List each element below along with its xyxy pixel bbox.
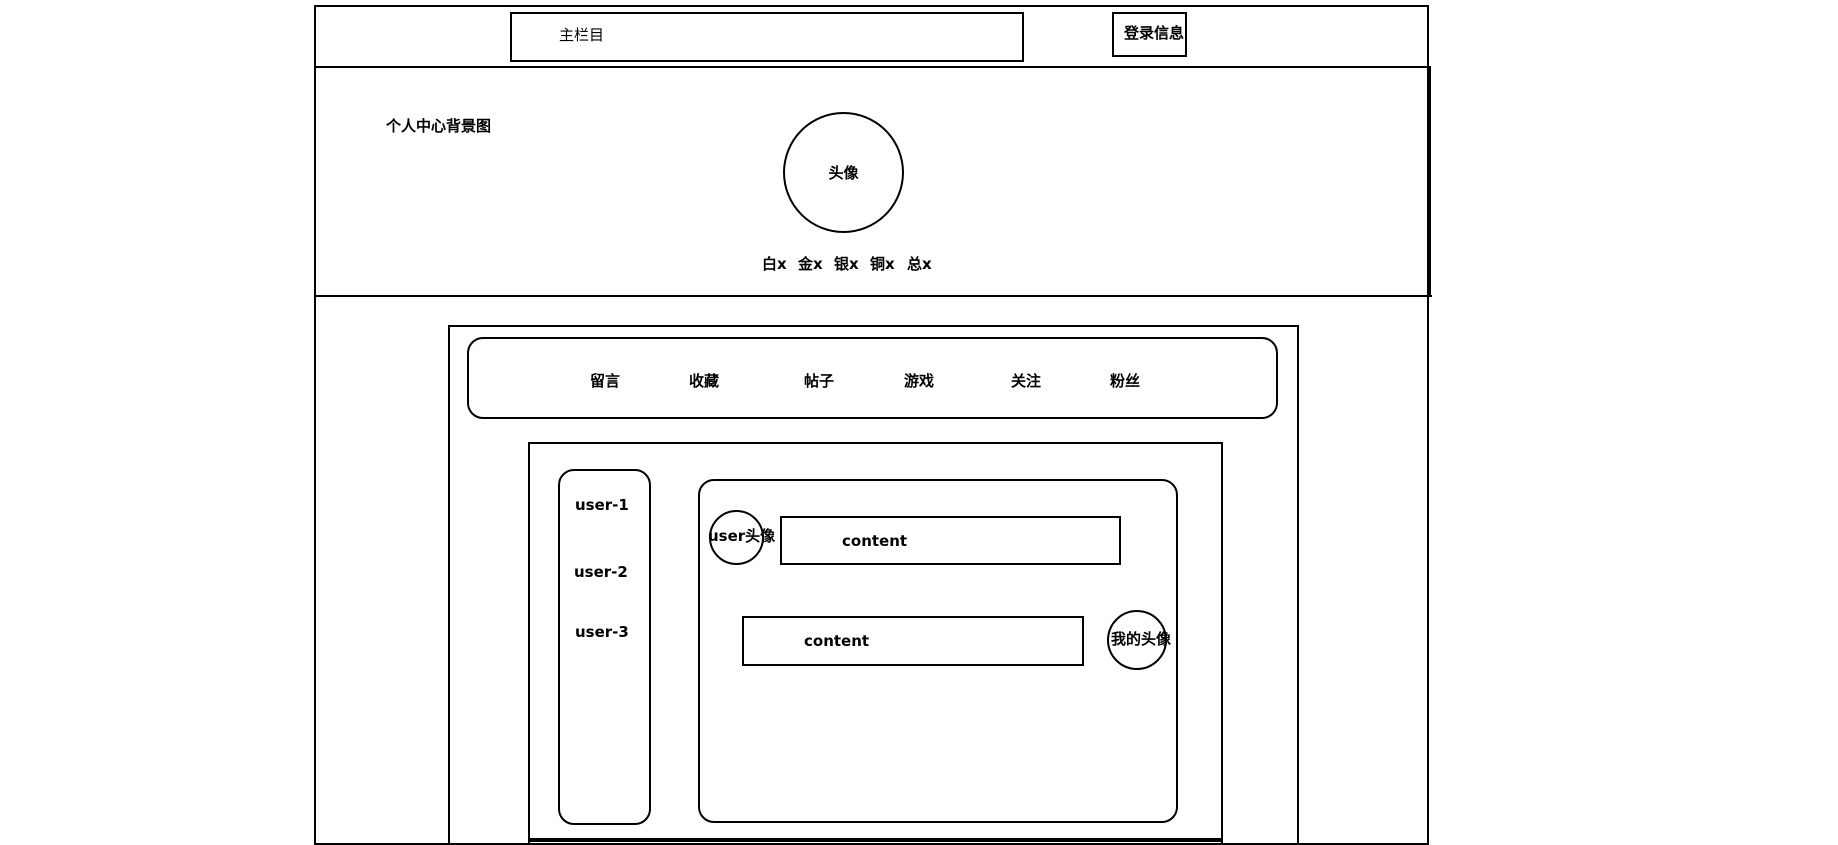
- message-panel-bottom: [528, 838, 1223, 842]
- tab-bar: [467, 337, 1278, 419]
- banner-right-edge: [1429, 66, 1431, 296]
- tab-favorites[interactable]: 收藏: [689, 372, 719, 390]
- tab-following[interactable]: 关注: [1011, 372, 1041, 390]
- stat-silver: 银x: [834, 255, 859, 273]
- tab-posts[interactable]: 帖子: [804, 372, 834, 390]
- stat-bronze: 铜x: [870, 255, 895, 273]
- user-list-item[interactable]: user-2: [574, 563, 628, 581]
- stat-gold: 金x: [798, 255, 823, 273]
- banner-background-label: 个人中心背景图: [386, 117, 492, 135]
- my-avatar-label: 我的头像: [1111, 630, 1172, 648]
- header-divider: [314, 66, 1429, 68]
- profile-avatar[interactable]: 头像: [783, 112, 904, 233]
- tab-games[interactable]: 游戏: [904, 372, 934, 390]
- outgoing-message-content: content: [804, 632, 870, 650]
- banner-bottom-divider: [314, 295, 1432, 297]
- stat-total: 总x: [907, 255, 932, 273]
- incoming-message-bubble: content: [780, 516, 1121, 565]
- main-nav-label: 主栏目: [559, 26, 605, 44]
- tab-messages[interactable]: 留言: [590, 372, 620, 390]
- outgoing-message-bubble: content: [742, 616, 1084, 666]
- user-list-item[interactable]: user-3: [575, 623, 629, 641]
- incoming-message-content: content: [842, 531, 908, 550]
- user-list: [558, 469, 651, 825]
- login-info-label: 登录信息: [1124, 24, 1185, 42]
- stat-white: 白x: [762, 255, 787, 273]
- profile-avatar-label: 头像: [828, 164, 859, 182]
- tab-followers[interactable]: 粉丝: [1110, 372, 1140, 390]
- user-list-item[interactable]: user-1: [575, 496, 629, 514]
- user-avatar-label: user头像: [708, 527, 776, 545]
